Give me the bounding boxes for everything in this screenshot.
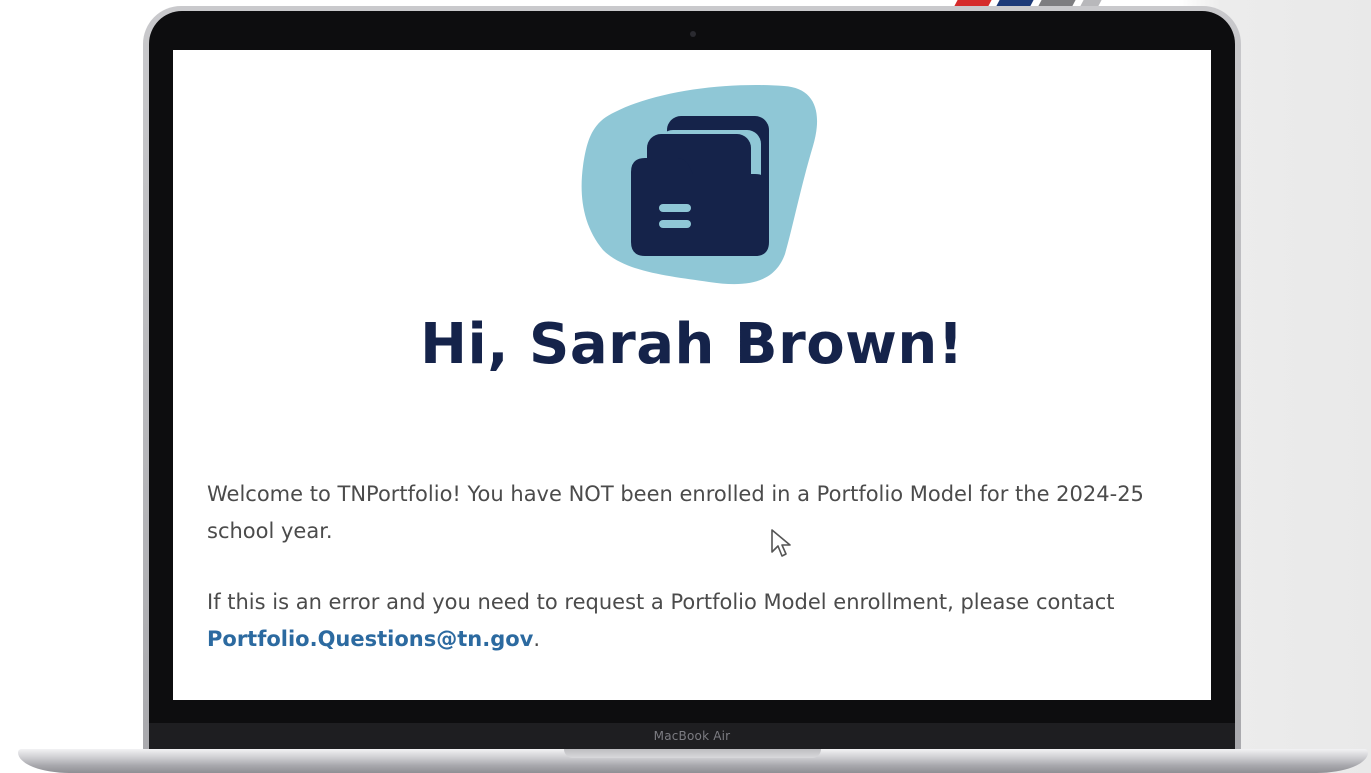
enrollment-status-message: Welcome to TNPortfolio! You have NOT bee… [207, 482, 1144, 543]
greeting-heading: Hi, Sarah Brown! [420, 312, 964, 377]
laptop-hinge-notch [564, 749, 821, 758]
contact-message-suffix: . [533, 627, 541, 651]
laptop-model-label: MacBook Air [653, 729, 731, 743]
icon-line-1 [659, 204, 691, 212]
laptop-chin: MacBook Air [149, 723, 1235, 751]
contact-email-link[interactable]: Portfolio.Questions@tn.gov [207, 627, 533, 651]
contact-message: If this is an error and you need to requ… [207, 584, 1187, 658]
mouse-pointer-icon [771, 529, 791, 557]
folder-icon [581, 85, 818, 285]
laptop-screen: Hi, Sarah Brown! Welcome to TNPortfolio!… [173, 50, 1211, 700]
icon-line-2 [659, 220, 691, 228]
contact-message-text: If this is an error and you need to requ… [207, 590, 1115, 614]
camera-icon [690, 31, 696, 37]
